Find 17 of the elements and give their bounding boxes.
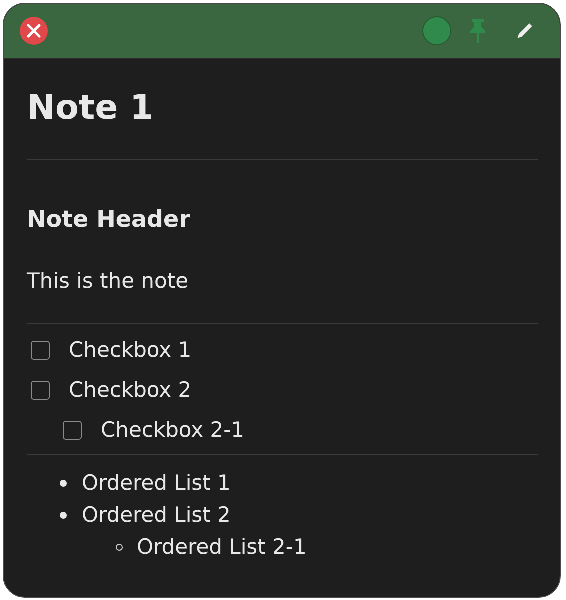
note-title: Note 1 — [27, 87, 155, 130]
checkbox-label: Checkbox 1 — [69, 338, 192, 362]
bullet-icon — [60, 512, 67, 518]
checkbox[interactable] — [31, 380, 50, 400]
list-item: Ordered List 2 — [82, 503, 231, 527]
close-button[interactable] — [20, 17, 48, 45]
checkbox-label: Checkbox 2-1 — [101, 418, 245, 442]
note-text: This is the note — [27, 268, 190, 295]
checkbox[interactable] — [31, 340, 50, 360]
color-button[interactable] — [422, 16, 452, 46]
list-item: Ordered List 2-1 — [137, 535, 307, 559]
bullet-icon — [60, 480, 67, 486]
checkbox[interactable] — [63, 420, 82, 440]
note-heading: Note Header — [27, 206, 192, 235]
hollow-bullet-icon — [116, 544, 123, 550]
list-item: Ordered List 1 — [82, 471, 231, 495]
checkbox-label: Checkbox 2 — [69, 378, 192, 402]
